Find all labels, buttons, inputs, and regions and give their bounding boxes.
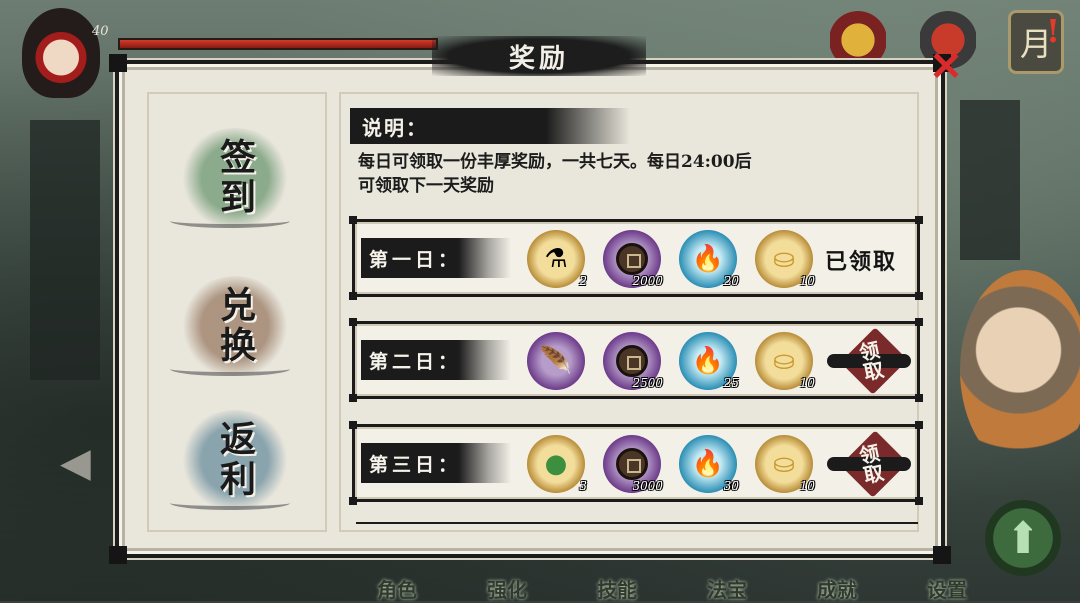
day-label: 第一日：	[361, 238, 511, 278]
description-heading: 说明：	[350, 108, 630, 144]
tab-signin-label: 签到	[214, 138, 256, 218]
tab-signin[interactable]: 签到	[160, 118, 310, 238]
row-pin	[349, 318, 357, 326]
reward-item[interactable]: 🪶	[527, 332, 585, 390]
description-line: 可领取下一天奖励	[358, 176, 494, 196]
jump-button[interactable]: ⬆	[985, 500, 1061, 576]
item-quantity: 3	[579, 479, 587, 493]
blue-flame-icon: 🔥	[691, 244, 725, 274]
dialog-corner	[109, 546, 127, 564]
item-quantity: 25	[723, 376, 739, 390]
reward-row-day1: 第一日： ⚗ 2 2000 🔥 20 ⛀ 10 已领取	[349, 216, 923, 300]
next-row-edge	[356, 522, 918, 528]
reward-row-day2: 第二日： 🪶 2500 🔥 25 ⛀ 10 领取	[349, 318, 923, 402]
day-label: 第二日：	[361, 340, 511, 380]
reward-row-day3: 第三日： ● 3 3000 🔥 30 ⛀ 10 领取	[349, 421, 923, 505]
reward-item[interactable]: ⛀ 10	[755, 230, 815, 288]
item-quantity: 2	[579, 274, 587, 288]
row-pin	[349, 497, 357, 505]
reward-item[interactable]: 🔥 20	[679, 230, 739, 288]
tab-exchange-label: 兑换	[214, 286, 256, 366]
claimed-status: 已领取	[825, 249, 898, 275]
copper-coin-icon	[616, 448, 648, 480]
item-quantity: 10	[799, 376, 815, 390]
gold-ingot-icon: ⛀	[773, 244, 795, 274]
claim-button[interactable]: 领取	[827, 430, 913, 498]
reward-item[interactable]: ⛀ 10	[755, 435, 815, 493]
row-pin	[915, 292, 923, 300]
up-arrow-icon: ⬆	[1004, 512, 1042, 564]
player-hp-bar	[118, 38, 438, 50]
nav-skills[interactable]: 技能	[580, 574, 654, 603]
item-quantity: 10	[799, 274, 815, 288]
player-avatar[interactable]	[22, 8, 100, 98]
row-pin	[349, 394, 357, 402]
reward-item[interactable]: ⚗ 2	[527, 230, 587, 288]
description-line: 每日可领取一份丰厚奖励，一共七天。每日24:00后	[358, 152, 752, 172]
green-pill-icon: ●	[544, 449, 568, 479]
row-pin	[915, 394, 923, 402]
alert-icon: !	[1046, 12, 1061, 50]
player-level: 40	[92, 24, 109, 39]
blue-flame-icon: 🔥	[691, 346, 725, 376]
dialog-corner	[109, 54, 127, 72]
row-pin	[915, 497, 923, 505]
bottom-nav: 角色 强化 技能 法宝 成就 设置	[360, 574, 984, 603]
nav-enhance[interactable]: 强化	[470, 574, 544, 603]
reward-item[interactable]: 🔥 25	[679, 332, 739, 390]
dialog-title: 奖励	[508, 43, 569, 74]
day-label-text: 第三日：	[369, 453, 462, 476]
reward-item[interactable]: ⛀ 10	[755, 332, 815, 390]
blue-flame-icon: 🔥	[691, 449, 725, 479]
move-left-icon[interactable]: ◀	[60, 440, 91, 486]
item-quantity: 10	[799, 479, 815, 493]
row-pin	[349, 421, 357, 429]
nav-treasure[interactable]: 法宝	[690, 574, 764, 603]
item-quantity: 2500	[632, 376, 663, 390]
copper-coin-icon	[616, 243, 648, 275]
day-label-text: 第一日：	[369, 248, 462, 271]
item-quantity: 30	[723, 479, 739, 493]
nav-settings[interactable]: 设置	[910, 574, 984, 603]
potion-icon: ⚗	[544, 244, 568, 274]
claim-button[interactable]: 领取	[827, 327, 913, 395]
crow-feather-icon: 🪶	[539, 346, 573, 376]
background-pillar	[30, 120, 100, 380]
close-icon: ✕	[929, 42, 963, 90]
gold-ingot-icon: ⛀	[773, 346, 795, 376]
reward-item[interactable]: ● 3	[527, 435, 587, 493]
background-pillar	[960, 100, 1020, 260]
item-quantity: 2000	[632, 274, 663, 288]
item-quantity: 20	[723, 274, 739, 288]
reward-item[interactable]: 2500	[603, 332, 663, 390]
row-pin	[915, 216, 923, 224]
close-button[interactable]: ✕	[926, 43, 966, 90]
row-pin	[915, 318, 923, 326]
gold-ingot-icon: ⛀	[773, 449, 795, 479]
row-pin	[349, 216, 357, 224]
copper-coin-icon	[616, 345, 648, 377]
item-quantity: 3000	[632, 479, 663, 493]
row-pin	[349, 292, 357, 300]
nav-achievement[interactable]: 成就	[800, 574, 874, 603]
reward-item[interactable]: 2000	[603, 230, 663, 288]
description-heading-text: 说明：	[362, 115, 428, 140]
dialog-corner	[933, 546, 951, 564]
nav-character[interactable]: 角色	[360, 574, 434, 603]
reward-item[interactable]: 🔥 30	[679, 435, 739, 493]
day-label: 第三日：	[361, 443, 511, 483]
reward-item[interactable]: 3000	[603, 435, 663, 493]
dialog-title-banner: 奖励	[432, 36, 646, 76]
day-label-text: 第二日：	[369, 350, 462, 373]
tab-exchange[interactable]: 兑换	[160, 266, 310, 386]
description-text: 每日可领取一份丰厚奖励，一共七天。每日24:00后 可领取下一天奖励	[358, 150, 898, 198]
mouse-character	[960, 270, 1080, 470]
tab-rebate[interactable]: 返利	[160, 400, 310, 520]
tab-rebate-label: 返利	[214, 420, 256, 500]
row-pin	[915, 421, 923, 429]
